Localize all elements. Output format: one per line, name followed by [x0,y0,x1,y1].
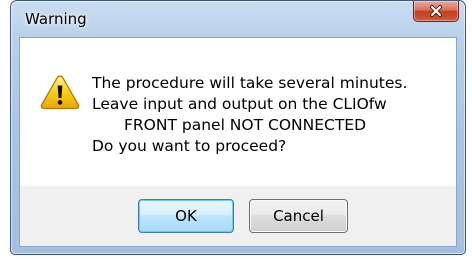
message-line: FRONT panel NOT CONNECTED [124,116,367,134]
warning-dialog: Warning The procedure will take several … [10,0,466,255]
title-bar[interactable]: Warning [11,1,465,37]
close-icon [430,5,442,17]
cancel-button[interactable]: Cancel [249,199,348,233]
button-row: OK Cancel [20,186,456,246]
close-button[interactable] [413,1,459,22]
dialog-message: The procedure will take several minutes.… [92,73,448,157]
message-area: The procedure will take several minutes.… [20,38,456,186]
message-line: Leave input and output on the CLIOfw [92,95,387,113]
message-line: Do you want to proceed? [92,137,287,155]
warning-icon [40,75,80,110]
ok-button[interactable]: OK [138,199,234,233]
window-title: Warning [25,10,87,28]
dialog-body: The procedure will take several minutes.… [19,37,457,247]
message-line: The procedure will take several minutes. [92,74,408,92]
